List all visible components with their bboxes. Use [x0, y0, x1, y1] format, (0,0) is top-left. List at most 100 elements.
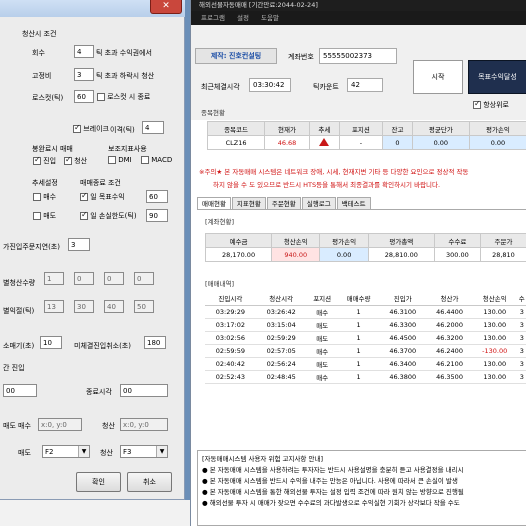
unfilled-cancel-label: 미체결진입취소(초) — [74, 342, 131, 350]
end-time-label: 종료시각 — [86, 388, 112, 396]
stoploss-end-checkbox[interactable]: 로스컷 시 종료 — [97, 92, 150, 102]
table-row[interactable]: 02:40:42 02:56:24 매도 1 46.3400 46.2100 130.00 3 — [205, 357, 526, 371]
count-input[interactable]: 4 — [74, 45, 94, 58]
chevron-down-icon[interactable]: ▼ — [156, 446, 167, 457]
cell: 03:26:42 — [255, 305, 307, 319]
tab-backtest[interactable]: 백테스트 — [336, 197, 371, 209]
table-row[interactable]: 03:02:56 02:59:29 매도 1 46.4500 46.3200 130.00 3 — [205, 331, 526, 345]
tab-trading-status[interactable]: 매매현황 — [197, 197, 231, 209]
account-number[interactable]: 55555002373 — [319, 48, 397, 64]
cell: 3 — [516, 344, 526, 358]
cell: 02:59:59 — [205, 344, 256, 358]
aux-title: 보조지표사용 — [108, 145, 147, 153]
take-profit-2[interactable]: 30 — [74, 300, 94, 313]
cell: 02:40:42 — [205, 357, 256, 371]
break-checkbox[interactable]: 브레이크 — [73, 123, 109, 134]
unfilled-cancel-input[interactable]: 180 — [144, 336, 166, 349]
signal-entry-checkbox[interactable]: 진입 — [33, 155, 56, 166]
buy-label: 매수 — [18, 422, 31, 430]
exit-coords: x:0, y:0 — [120, 418, 168, 431]
cancel-button[interactable]: 취소 — [127, 472, 172, 492]
table-row[interactable]: 03:29:29 03:26:42 매수 1 46.3100 46.4400 130.00 3 — [205, 305, 526, 319]
take-profit-label: 별익절(틱) — [3, 307, 35, 315]
take-profit-1[interactable]: 13 — [44, 300, 64, 313]
trend-sell-checkbox[interactable]: 매도 — [33, 211, 56, 221]
ok-button[interactable]: 확인 — [76, 472, 121, 492]
checkbox-icon — [73, 123, 81, 133]
cell: 3 — [516, 357, 526, 371]
exit-qty-4[interactable]: 0 — [134, 272, 154, 285]
menu-bar: 프로그램 설정 도움말 — [191, 11, 526, 25]
chevron-down-icon[interactable]: ▼ — [78, 446, 89, 457]
col-header: 수수료 — [433, 233, 481, 248]
cell: 46.4500 — [379, 331, 427, 345]
exit-qty-3[interactable]: 0 — [104, 272, 124, 285]
cell-price: 46.68 — [264, 135, 310, 150]
col-header: 평가손익 — [468, 121, 526, 136]
cell: -130.00 — [472, 344, 517, 358]
target-profit-button[interactable]: 목표수익달성 — [468, 60, 526, 94]
start-time-input[interactable]: 00 — [3, 384, 37, 397]
risk-notice-box: [자동매매시스템 사용자 위험 고지사항 안내] ● 본 자동매매 시스템을 사… — [197, 450, 526, 526]
end-loss-checkbox[interactable]: 일 손실한도(틱) — [80, 210, 137, 221]
end-profit-label: 일 목표수익 — [90, 193, 125, 201]
col-header: 포지션 — [338, 121, 384, 136]
always-on-top-checkbox[interactable]: 항상위로 — [473, 99, 509, 110]
end-profit-checkbox[interactable]: 일 목표수익 — [80, 191, 125, 202]
close-icon[interactable]: ✕ — [150, 0, 182, 14]
exit-qty-2[interactable]: 0 — [74, 272, 94, 285]
stoploss-input[interactable]: 60 — [74, 90, 94, 103]
break-label: 브레이크 — [83, 125, 109, 133]
end-time-input[interactable]: 00 — [120, 384, 168, 397]
end-profit-input[interactable]: 60 — [146, 190, 168, 203]
exit-qty-label: 별청산수량 — [3, 279, 36, 287]
trend-buy-checkbox[interactable]: 매수 — [33, 192, 56, 202]
tab-order-status[interactable]: 주문현황 — [266, 197, 301, 209]
col-header: 진입시각 — [205, 292, 256, 306]
key-sell-select[interactable]: F2 ▼ — [42, 445, 90, 458]
start-button[interactable]: 시작 — [413, 60, 463, 94]
cell: 1 — [337, 357, 380, 371]
entry-delay-input[interactable]: 3 — [68, 238, 90, 251]
notice-line-1: ※주의★ 본 자동매매 시스템은 네트워크 장애, 시세, 현재지변 기타 등 … — [199, 168, 469, 176]
always-on-top-check-icon — [473, 99, 481, 109]
table-row: 28,170.00 940.00 0.00 28,810.00 300.00 2… — [204, 247, 526, 262]
cancel-seconds-input[interactable]: 10 — [40, 336, 62, 349]
table-row[interactable]: CLZ16 46.68 - 0 0.00 0.00 — [206, 135, 526, 150]
table-row[interactable]: 03:17:02 03:15:04 매도 1 46.3300 46.2000 130.00 3 — [205, 318, 526, 332]
exit-qty-1[interactable]: 1 — [44, 272, 64, 285]
col-header: 예수금 — [204, 233, 273, 248]
end-loss-input[interactable]: 90 — [146, 209, 168, 222]
cell: 46.3700 — [379, 344, 427, 358]
key-exit-select[interactable]: F3 ▼ — [120, 445, 168, 458]
checkbox-icon — [33, 212, 41, 220]
take-profit-4[interactable]: 50 — [134, 300, 154, 313]
table-row[interactable]: 02:59:59 02:57:05 매수 1 46.3700 46.2400 -130.00… — [205, 344, 526, 358]
aux-macd-checkbox[interactable]: MACD — [141, 156, 172, 164]
signal-title: 봉완료시 매매 — [32, 145, 73, 153]
tab-execution-log[interactable]: 실행로그 — [301, 197, 336, 209]
cell: 02:56:24 — [255, 357, 307, 371]
menu-help[interactable]: 도움말 — [261, 14, 279, 22]
cell: 46.3200 — [426, 331, 473, 345]
menu-settings[interactable]: 설정 — [237, 14, 249, 22]
signal-exit-checkbox[interactable]: 청산 — [64, 155, 87, 166]
col-header: 청산시각 — [255, 292, 307, 306]
cell: 130.00 — [472, 370, 517, 384]
aux-dmi-checkbox[interactable]: DMI — [108, 156, 132, 164]
cell: 02:52:43 — [205, 370, 256, 384]
risk-line: ● 본 자동매매 시스템을 통한 해외선물 투자는 설정 입력 조건에 따라 원… — [202, 488, 464, 496]
cell-avg-price: 0.00 — [411, 135, 470, 150]
cell: 02:59:29 — [255, 331, 307, 345]
cell: 46.2100 — [426, 357, 473, 371]
take-profit-3[interactable]: 40 — [104, 300, 124, 313]
menu-program[interactable]: 프로그램 — [201, 14, 225, 22]
table-row[interactable]: 02:52:43 02:48:45 매수 1 46.3800 46.3500 130.00 3 — [205, 370, 526, 384]
col-header: 추세 — [308, 121, 340, 136]
stoploss-suffix: 로스컷 시 종료 — [107, 93, 151, 101]
tab-indicator-status[interactable]: 지표현황 — [231, 197, 266, 209]
cell-trend — [308, 135, 340, 150]
break-distance-input[interactable]: 4 — [142, 121, 164, 134]
cell: 03:29:29 — [205, 305, 256, 319]
fixed-ratio-input[interactable]: 3 — [74, 68, 94, 81]
